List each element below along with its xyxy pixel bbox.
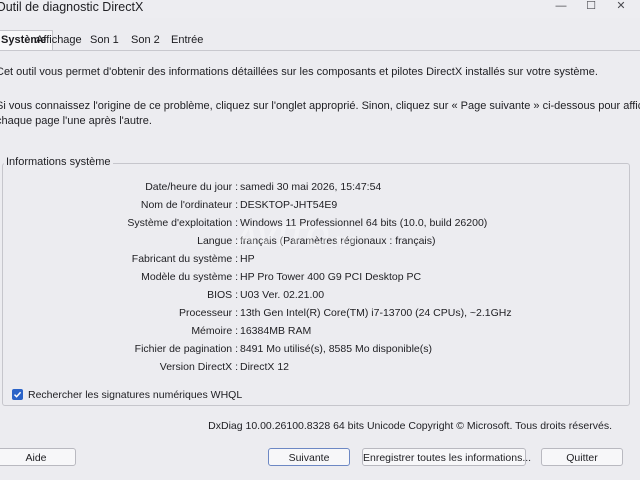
info-label: Date/heure du jour :: [145, 181, 238, 193]
info-value: 8491 Mo utilisé(s), 8585 Mo disponible(s…: [240, 343, 433, 355]
info-value: samedi 30 mai 2026, 15:47:54: [240, 181, 382, 193]
info-row-computer-name: Nom de l'ordinateur : DESKTOP-JHT54E9: [0, 198, 640, 212]
info-label: BIOS :: [207, 289, 238, 301]
instructions-text: Si vous connaissez l'origine de ce probl…: [0, 99, 640, 128]
info-value: 16384MB RAM: [240, 325, 312, 337]
help-button[interactable]: Aide: [0, 448, 76, 466]
system-info-title: Informations système: [4, 155, 113, 169]
info-label: Fabricant du système :: [131, 253, 238, 265]
info-row-language: Langue : français (Paramètres régionaux …: [0, 234, 640, 248]
info-label: Système d'exploitation :: [127, 217, 238, 229]
tab-bar: Système Affichage Son 1 Son 2 Entrée: [0, 30, 640, 50]
info-label: Fichier de pagination :: [134, 343, 238, 355]
info-row-manufacturer: Fabricant du système : HP: [0, 252, 640, 266]
info-row-model: Modèle du système : HP Pro Tower 400 G9 …: [0, 270, 640, 284]
info-value: DirectX 12: [240, 361, 290, 373]
save-all-info-button[interactable]: Enregistrer toutes les informations...: [362, 448, 531, 466]
minimize-icon[interactable]: —: [550, 0, 572, 14]
info-label: Processeur :: [179, 307, 238, 319]
intro-line-1: Cet outil vous permet d'obtenir des info…: [0, 66, 598, 78]
next-page-button[interactable]: Suivante: [268, 448, 350, 466]
info-value: HP: [240, 253, 255, 265]
info-value: français (Paramètres régionaux : françai…: [240, 235, 436, 247]
quit-button[interactable]: Quitter: [541, 448, 623, 466]
tab-affichage[interactable]: Affichage: [36, 33, 82, 47]
info-row-directx: Version DirectX : DirectX 12: [0, 360, 640, 374]
checkmark-icon: [13, 391, 22, 398]
intro-line-2: Si vous connaissez l'origine de ce probl…: [0, 100, 640, 112]
info-row-pagefile: Fichier de pagination : 8491 Mo utilisé(…: [0, 342, 640, 356]
info-row-bios: BIOS : U03 Ver. 02.21.00: [0, 288, 640, 302]
info-value: HP Pro Tower 400 G9 PCI Desktop PC: [240, 271, 422, 283]
info-row-date: Date/heure du jour : samedi 30 mai 2026,…: [0, 180, 640, 194]
tab-son-2[interactable]: Son 2: [131, 33, 160, 47]
tab-content-panel: Cet outil vous permet d'obtenir des info…: [0, 50, 640, 466]
tab-entree[interactable]: Entrée: [171, 33, 203, 47]
info-value: Windows 11 Professionnel 64 bits (10.0, …: [240, 217, 488, 229]
info-label: Version DirectX :: [159, 361, 238, 373]
info-row-os: Système d'exploitation : Windows 11 Prof…: [0, 216, 640, 230]
info-value: U03 Ver. 02.21.00: [240, 289, 325, 301]
intro-text: Cet outil vous permet d'obtenir des info…: [0, 65, 598, 80]
window-title: Outil de diagnostic DirectX: [0, 0, 144, 14]
info-label: Modèle du système :: [141, 271, 238, 283]
copyright-text: DxDiag 10.00.26100.8328 64 bits Unicode …: [208, 420, 612, 432]
whql-checkbox[interactable]: [12, 389, 23, 400]
info-label: Nom de l'ordinateur :: [140, 199, 238, 211]
whql-checkbox-label: Rechercher les signatures numériques WHQ…: [28, 389, 243, 401]
info-label: Langue :: [197, 235, 238, 247]
title-bar[interactable]: Outil de diagnostic DirectX — ☐ ✕: [0, 0, 640, 18]
intro-line-3: chaque page l'une après l'autre.: [0, 114, 152, 127]
info-row-memory: Mémoire : 16384MB RAM: [0, 324, 640, 338]
info-label: Mémoire :: [191, 325, 238, 337]
dxdiag-window: Outil de diagnostic DirectX — ☐ ✕ Systèm…: [0, 0, 640, 480]
tab-son-1[interactable]: Son 1: [90, 33, 119, 47]
info-value: DESKTOP-JHT54E9: [240, 199, 338, 211]
close-icon[interactable]: ✕: [610, 0, 632, 14]
maximize-icon[interactable]: ☐: [580, 0, 602, 14]
info-row-processor: Processeur : 13th Gen Intel(R) Core(TM) …: [0, 306, 640, 320]
info-value: 13th Gen Intel(R) Core(TM) i7-13700 (24 …: [240, 307, 512, 319]
